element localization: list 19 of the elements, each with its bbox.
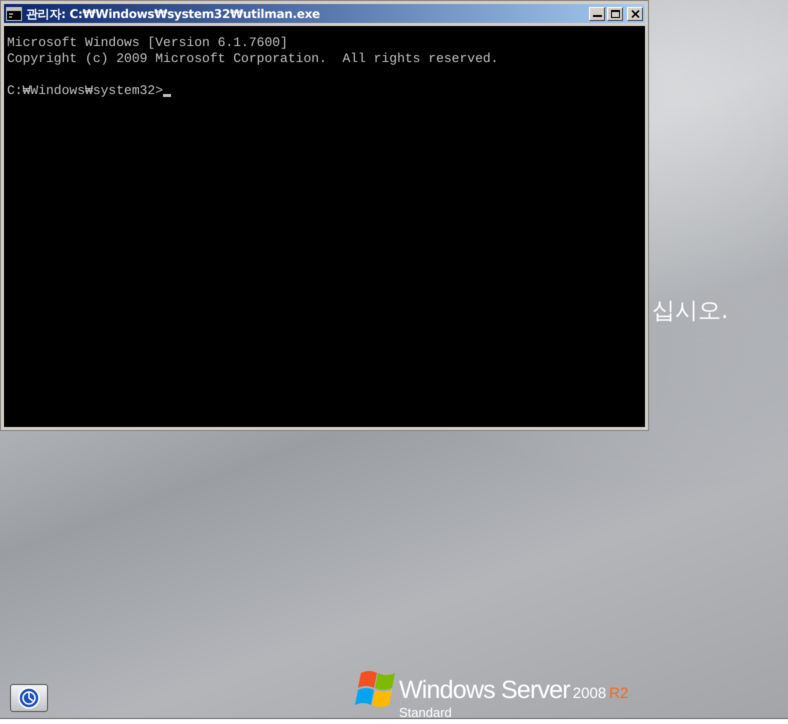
console-icon <box>6 6 22 20</box>
command-prompt: C:₩Windows₩system32> <box>7 83 164 99</box>
window-title: 관리자: C:₩Windows₩system32₩utilman.exe <box>26 6 320 22</box>
product-release: R2 <box>609 684 628 704</box>
minimize-icon <box>592 15 602 17</box>
product-version: 2008 <box>572 684 606 704</box>
maximize-icon <box>610 10 620 18</box>
console-line: Copyright (c) 2009 Microsoft Corporation. All rights reserved. <box>7 51 498 67</box>
product-name: Windows Server <box>399 677 570 703</box>
cursor-icon <box>163 94 172 97</box>
console-line: Microsoft Windows [Version 6.1.7600] <box>7 35 288 51</box>
close-button[interactable] <box>627 6 643 20</box>
windows-flag-logo <box>355 670 397 710</box>
maximize-button[interactable] <box>607 6 623 20</box>
ease-of-access-button[interactable] <box>10 684 48 712</box>
close-icon <box>630 10 640 18</box>
logon-message: 십시오. <box>652 297 728 326</box>
product-edition: Standard <box>399 706 452 718</box>
minimize-button[interactable] <box>589 6 605 20</box>
